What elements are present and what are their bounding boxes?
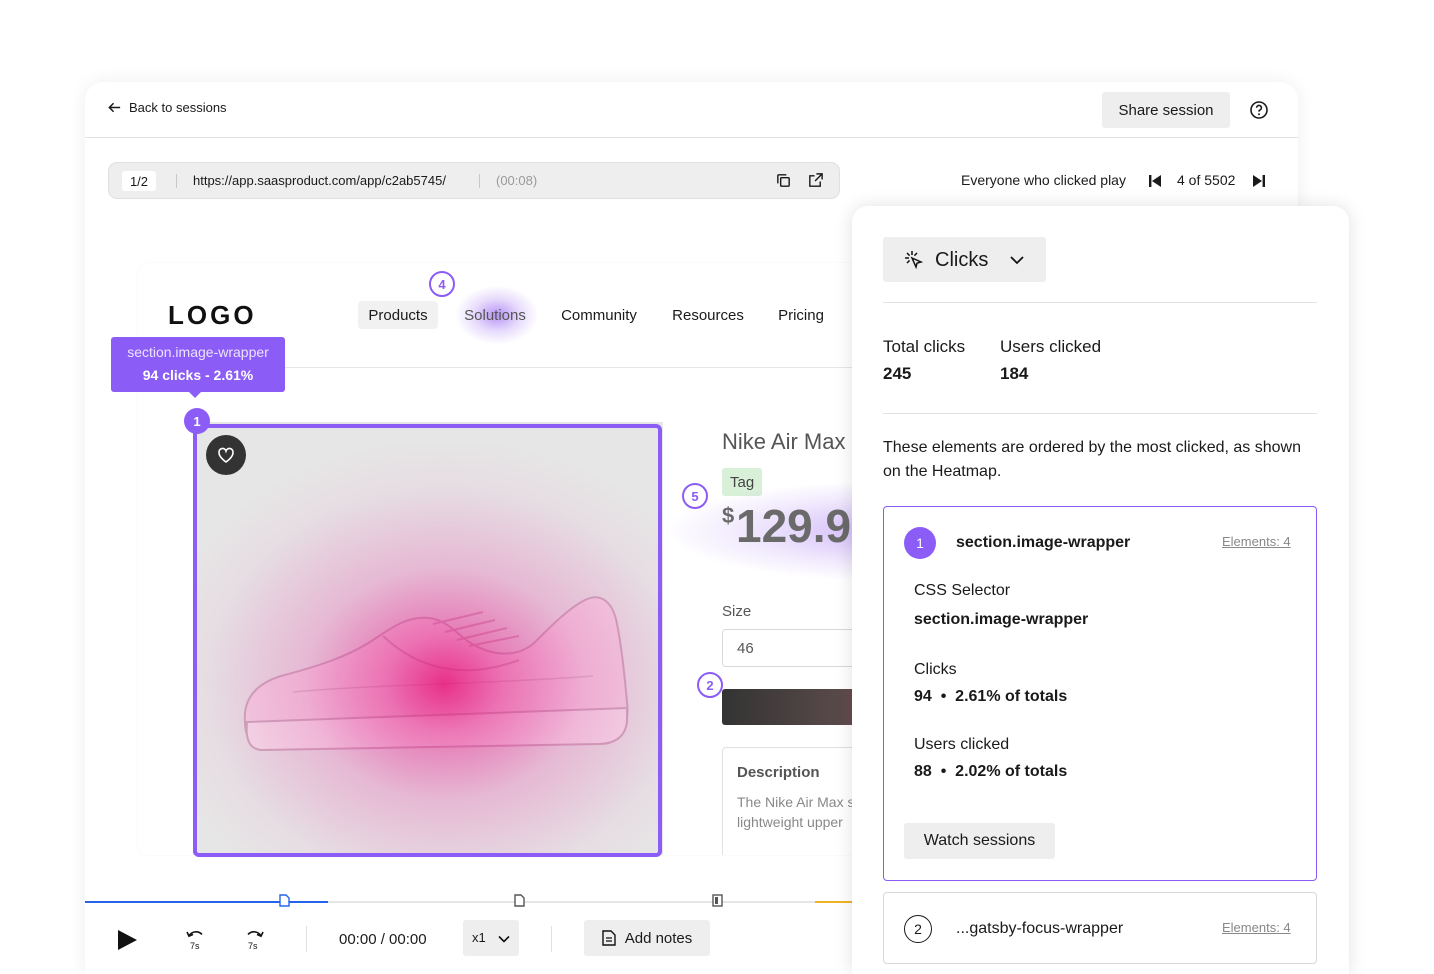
back-label: Back to sessions xyxy=(129,100,227,115)
page-event-icon[interactable] xyxy=(279,894,290,907)
users-clicked-value: 88 • 2.02% of totals xyxy=(914,763,1068,780)
chevron-down-icon xyxy=(498,935,510,943)
product-title: Nike Air Max xyxy=(722,429,846,454)
speed-value: x1 xyxy=(472,930,486,945)
add-notes-button[interactable]: Add notes xyxy=(584,920,710,956)
heatmap-mode-label: Clicks xyxy=(935,249,989,271)
heatmap-panel: Clicks Total clicks 245 Users clicked 18… xyxy=(852,206,1349,974)
element-tooltip: section.image-wrapper 94 clicks - 2.61% xyxy=(111,337,285,392)
play-icon[interactable] xyxy=(115,928,139,952)
playback-time: 00:00 / 00:00 xyxy=(339,931,427,948)
timeline-progress xyxy=(85,901,328,903)
element-name: section.image-wrapper xyxy=(956,534,1131,551)
nav-solutions[interactable]: Solutions xyxy=(455,301,535,329)
back-to-sessions-link[interactable]: Back to sessions xyxy=(107,100,227,115)
tooltip-arrow xyxy=(188,391,202,398)
size-label: Size xyxy=(722,603,752,620)
heatmap-marker-1[interactable]: 1 xyxy=(184,408,210,434)
nav-pricing[interactable]: Pricing xyxy=(772,301,830,329)
arrow-left-icon xyxy=(108,102,121,113)
site-logo[interactable]: LOGO xyxy=(168,300,257,331)
users-clicked-label: Users clicked xyxy=(914,736,1010,753)
watch-sessions-button[interactable]: Watch sessions xyxy=(904,823,1055,859)
nav-resources[interactable]: Resources xyxy=(665,301,751,329)
total-clicks-label: Total clicks xyxy=(883,337,966,356)
top-bar: Back to sessions Share session xyxy=(85,82,1298,138)
add-notes-label: Add notes xyxy=(624,929,693,947)
session-count: 4 of 5502 xyxy=(1177,172,1236,188)
clicks-label: Clicks xyxy=(914,661,957,678)
session-filter-label[interactable]: Everyone who clicked play xyxy=(961,172,1126,188)
divider xyxy=(176,174,177,188)
speed-selector[interactable]: x1 xyxy=(463,920,519,956)
elements-link[interactable]: Elements: 4 xyxy=(1222,920,1291,935)
element-rank: 1 xyxy=(904,527,936,559)
forward-label: 7s xyxy=(248,941,258,951)
click-icon xyxy=(905,251,924,270)
product-price: 129.9 xyxy=(736,500,852,552)
timeline-segment xyxy=(815,901,855,903)
forward-icon[interactable]: 7s xyxy=(243,927,265,951)
heatmap-marker-5[interactable]: 5 xyxy=(682,483,708,509)
tooltip-stats: 94 clicks - 2.61% xyxy=(142,367,254,383)
css-selector-value: section.image-wrapper xyxy=(914,611,1089,628)
divider xyxy=(306,926,307,952)
copy-icon[interactable] xyxy=(775,172,792,189)
chevron-down-icon xyxy=(1010,256,1024,265)
url-bar: 1/2 https://app.saasproduct.com/app/c2ab… xyxy=(108,162,840,199)
css-selector-label: CSS Selector xyxy=(914,582,1011,599)
page-indicator[interactable]: 1/2 xyxy=(122,171,156,191)
rewind-label: 7s xyxy=(190,941,200,951)
heatmap-marker-4[interactable]: 4 xyxy=(429,271,455,297)
element-card-2[interactable]: 2 ...gatsby-focus-wrapper Elements: 4 xyxy=(883,892,1317,964)
rewind-icon[interactable]: 7s xyxy=(185,927,207,951)
clicks-value: 94 • 2.61% of totals xyxy=(914,688,1068,705)
previous-session-icon[interactable] xyxy=(1147,173,1163,189)
session-url: https://app.saasproduct.com/app/c2ab5745… xyxy=(193,173,446,188)
bookmark-event-icon[interactable] xyxy=(712,894,723,907)
heatmap-mode-dropdown[interactable]: Clicks xyxy=(883,237,1046,282)
divider xyxy=(883,302,1317,303)
page-event-icon[interactable] xyxy=(514,894,525,907)
users-clicked-label: Users clicked xyxy=(1000,337,1102,356)
nav-community[interactable]: Community xyxy=(553,301,645,329)
price-currency: $ xyxy=(722,503,735,528)
panel-description: These elements are ordered by the most c… xyxy=(883,439,1301,480)
element-name: ...gatsby-focus-wrapper xyxy=(956,920,1124,937)
share-session-button[interactable]: Share session xyxy=(1102,92,1230,128)
nav-products[interactable]: Products xyxy=(358,301,438,329)
selected-element-outline xyxy=(193,424,662,857)
description-title: Description xyxy=(737,764,820,781)
divider xyxy=(551,926,552,952)
element-card-1[interactable]: 1 section.image-wrapper Elements: 4 CSS … xyxy=(883,506,1317,881)
total-clicks-value: 245 xyxy=(883,364,912,383)
help-icon[interactable] xyxy=(1249,100,1269,120)
element-rank: 2 xyxy=(904,915,932,943)
divider xyxy=(479,174,480,188)
note-icon xyxy=(602,930,616,946)
users-clicked-value: 184 xyxy=(1000,364,1029,383)
external-link-icon[interactable] xyxy=(807,172,824,189)
heatmap-marker-2[interactable]: 2 xyxy=(697,672,723,698)
elements-link[interactable]: Elements: 4 xyxy=(1222,534,1291,549)
divider xyxy=(883,413,1317,414)
next-session-icon[interactable] xyxy=(1251,173,1267,189)
url-time: (00:08) xyxy=(496,173,538,188)
tooltip-selector: section.image-wrapper xyxy=(127,344,269,360)
